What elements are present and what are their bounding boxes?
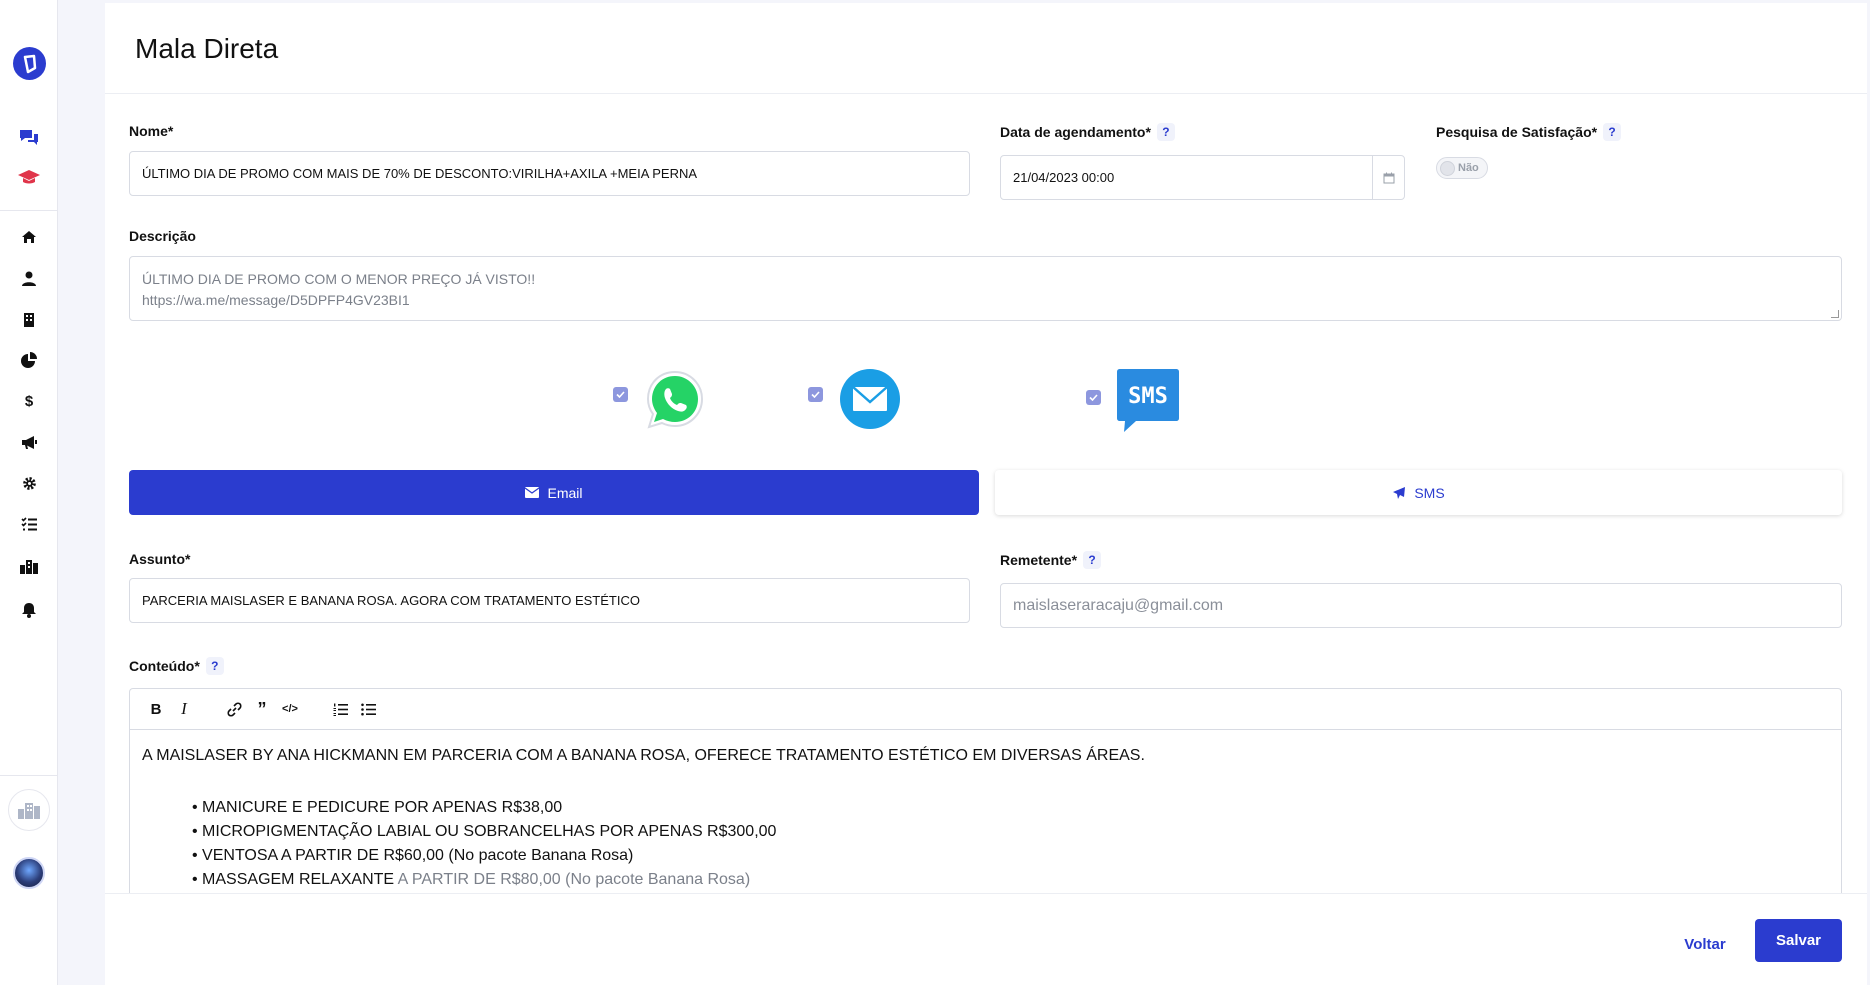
toggle-label: Não: [1458, 162, 1479, 174]
ordered-list-icon[interactable]: [326, 695, 354, 723]
nome-input-value: ÚLTIMO DIA DE PROMO COM MAIS DE 70% DE D…: [142, 166, 698, 181]
bullet-list-icon[interactable]: [354, 695, 382, 723]
remetente-label-text: Remetente*: [1000, 552, 1078, 568]
bold-icon[interactable]: B: [142, 695, 170, 723]
user-icon[interactable]: [17, 268, 41, 288]
content-list: • MANICURE E PEDICURE POR APENAS R$38,00…: [142, 796, 1829, 892]
descricao-textarea[interactable]: ÚLTIMO DIA DE PROMO COM O MENOR PREÇO JÁ…: [129, 256, 1842, 321]
sms-icon-text: SMS: [1128, 384, 1168, 409]
dollar-icon[interactable]: $: [17, 391, 41, 411]
tab-email[interactable]: Email: [129, 470, 979, 515]
email-checkbox[interactable]: [808, 387, 823, 402]
editor-toolbar: B I ” </>: [130, 689, 1841, 730]
voltar-button[interactable]: Voltar: [1670, 931, 1740, 957]
quote-icon[interactable]: ”: [248, 695, 276, 723]
data-input[interactable]: 21/04/2023 00:00: [1000, 155, 1405, 200]
remetente-label: Remetente* ?: [1000, 551, 1102, 569]
editor-content[interactable]: A MAISLASER BY ANA HICKMANN EM PARCERIA …: [130, 730, 1841, 906]
sms-icon: SMS: [1116, 367, 1180, 438]
building-icon[interactable]: [17, 309, 41, 329]
data-input-value: 21/04/2023 00:00: [1013, 170, 1115, 185]
title-divider: [105, 93, 1867, 94]
megaphone-icon[interactable]: [17, 432, 41, 452]
pesquisa-help-icon[interactable]: ?: [1603, 123, 1622, 141]
home-icon[interactable]: [17, 227, 41, 247]
tab-email-label: Email: [547, 484, 583, 501]
main-panel: Mala Direta Nome* ÚLTIMO DIA DE PROMO CO…: [105, 3, 1867, 985]
assunto-input[interactable]: PARCERIA MAISLASER E BANANA ROSA. AGORA …: [129, 578, 970, 623]
data-help-icon[interactable]: ?: [1156, 123, 1175, 141]
assunto-input-value: PARCERIA MAISLASER E BANANA ROSA. AGORA …: [142, 593, 640, 608]
sidebar-divider: [0, 775, 58, 776]
descricao-label: Descrição: [129, 228, 196, 244]
sms-checkbox[interactable]: [1086, 390, 1101, 405]
link-icon[interactable]: [220, 695, 248, 723]
sidebar-divider: [0, 210, 58, 211]
code-icon[interactable]: </>: [276, 695, 304, 723]
pie-chart-icon[interactable]: [17, 350, 41, 370]
conteudo-label-text: Conteúdo*: [129, 658, 200, 674]
sidebar: $: [0, 0, 58, 985]
bell-icon[interactable]: [17, 600, 41, 620]
envelope-icon: [525, 487, 540, 498]
page-title: Mala Direta: [135, 33, 279, 64]
nome-label-text: Nome*: [129, 123, 174, 139]
conteudo-label: Conteúdo* ?: [129, 657, 224, 675]
footer-bar: [105, 893, 1867, 985]
list-item: • VENTOSA A PARTIR DE R$60,00 (No pacote…: [192, 847, 634, 864]
tab-sms-label: SMS: [1414, 484, 1445, 501]
company-switch-button[interactable]: [8, 789, 50, 831]
pesquisa-label: Pesquisa de Satisfação* ?: [1436, 123, 1622, 141]
italic-icon[interactable]: I: [170, 695, 198, 723]
pesquisa-toggle[interactable]: Não: [1436, 157, 1488, 179]
paper-plane-icon: [1393, 486, 1406, 499]
gear-icon[interactable]: [17, 473, 41, 493]
city-icon[interactable]: [17, 556, 41, 576]
remetente-help-icon[interactable]: ?: [1083, 551, 1102, 569]
toggle-knob: [1440, 160, 1455, 176]
descricao-line: https://wa.me/message/D5DPFP4GV23BI1: [142, 292, 410, 308]
nome-label: Nome*: [129, 123, 173, 139]
tab-sms[interactable]: SMS: [995, 470, 1842, 515]
nome-input[interactable]: ÚLTIMO DIA DE PROMO COM MAIS DE 70% DE D…: [129, 151, 970, 196]
conteudo-help-icon[interactable]: ?: [205, 657, 224, 675]
descricao-line: ÚLTIMO DIA DE PROMO COM O MENOR PREÇO JÁ…: [142, 271, 536, 287]
list-item: • MANICURE E PEDICURE POR APENAS R$38,00: [192, 799, 563, 816]
descricao-label-text: Descrição: [129, 228, 196, 244]
assunto-label: Assunto*: [129, 551, 190, 567]
list-item-rest: A PARTIR DE R$80,00 (No pacote Banana Ro…: [397, 871, 751, 888]
content-intro: A MAISLASER BY ANA HICKMANN EM PARCERIA …: [142, 747, 1145, 764]
remetente-input[interactable]: maislaseraracaju@gmail.com: [1000, 583, 1842, 628]
pesquisa-label-text: Pesquisa de Satisfação*: [1436, 124, 1598, 140]
list-item: • MICROPIGMENTAÇÃO LABIAL OU SOBRANCELHA…: [192, 823, 777, 840]
logo-icon[interactable]: [13, 47, 46, 80]
graduation-cap-icon[interactable]: [17, 167, 41, 187]
calendar-icon[interactable]: [1372, 156, 1404, 199]
avatar[interactable]: [13, 857, 45, 889]
task-list-icon[interactable]: [17, 514, 41, 534]
chat-icon[interactable]: [17, 127, 41, 147]
data-label-text: Data de agendamento*: [1000, 124, 1151, 140]
whatsapp-icon: [643, 368, 707, 437]
whatsapp-checkbox[interactable]: [613, 387, 628, 402]
assunto-label-text: Assunto*: [129, 551, 191, 567]
list-item-start: • MASSAGEM RELAXANTE: [192, 871, 398, 888]
resize-handle[interactable]: [1831, 310, 1839, 318]
email-icon: [839, 368, 901, 435]
salvar-button[interactable]: Salvar: [1755, 919, 1842, 962]
list-item: • MASSAGEM RELAXANTE A PARTIR DE R$80,00…: [192, 868, 1829, 892]
remetente-placeholder: maislaseraracaju@gmail.com: [1013, 596, 1224, 614]
data-label: Data de agendamento* ?: [1000, 123, 1175, 141]
